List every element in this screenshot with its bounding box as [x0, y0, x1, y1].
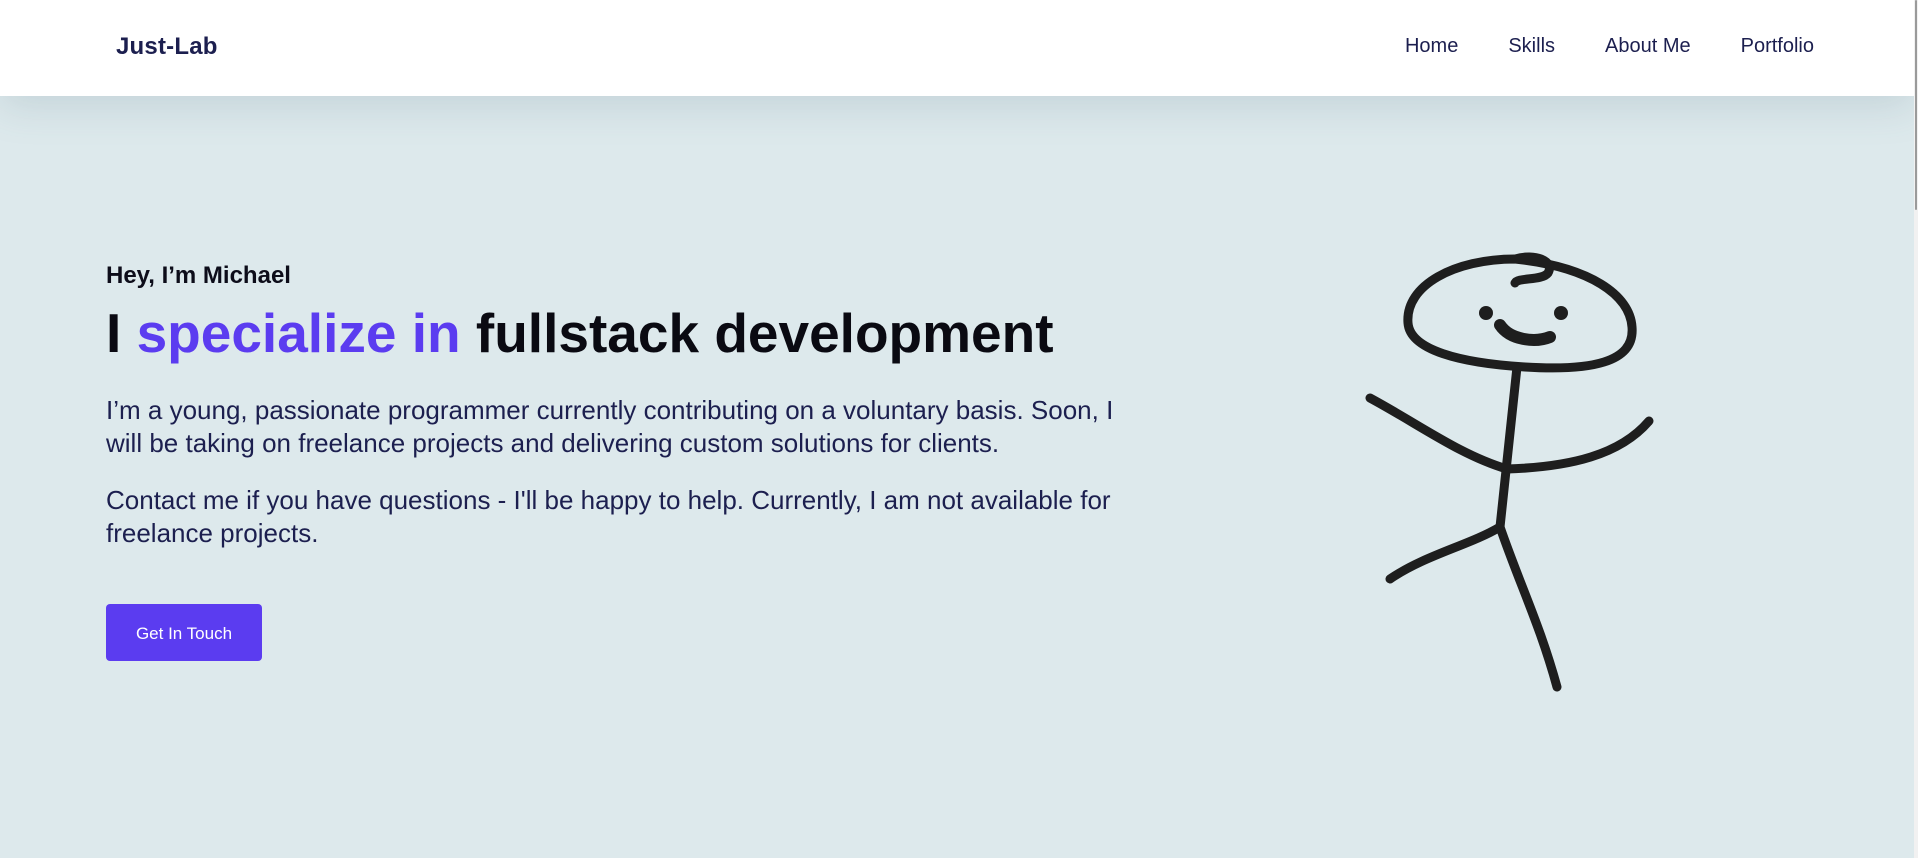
headline-part-1: I [106, 302, 137, 364]
stick-figure-icon [1365, 252, 1654, 692]
scrollbar-thumb[interactable] [1915, 0, 1917, 210]
nav-item-home[interactable]: Home [1405, 35, 1458, 58]
nav-item-about-me[interactable]: About Me [1605, 35, 1691, 58]
hero-contact-paragraph: Contact me if you have questions - I'll … [106, 485, 1111, 548]
left-eye-icon [1479, 306, 1493, 320]
headline-accent: specialize in [136, 302, 461, 364]
nav-item-portfolio[interactable]: Portfolio [1741, 35, 1814, 58]
site-header: Just-Lab Home Skills About Me Portfolio [0, 0, 1914, 96]
hero-headline: I specialize in fullstack development [106, 300, 1156, 366]
page: Just-Lab Home Skills About Me Portfolio … [0, 0, 1918, 858]
main-nav: Home Skills About Me Portfolio [1355, 35, 1814, 58]
hero-section: Hey, I’m Michael I specialize in fullsta… [106, 262, 1156, 661]
nav-item-skills[interactable]: Skills [1508, 35, 1555, 58]
get-in-touch-button[interactable]: Get In Touch [106, 604, 262, 661]
headline-part-2: fullstack development [460, 302, 1054, 364]
hero-intro-paragraph: I’m a young, passionate programmer curre… [106, 395, 1114, 458]
site-logo[interactable]: Just-Lab [116, 33, 218, 61]
hero-greeting: Hey, I’m Michael [106, 262, 291, 289]
right-eye-icon [1554, 306, 1568, 320]
page-scrollbar[interactable] [1914, 0, 1918, 858]
